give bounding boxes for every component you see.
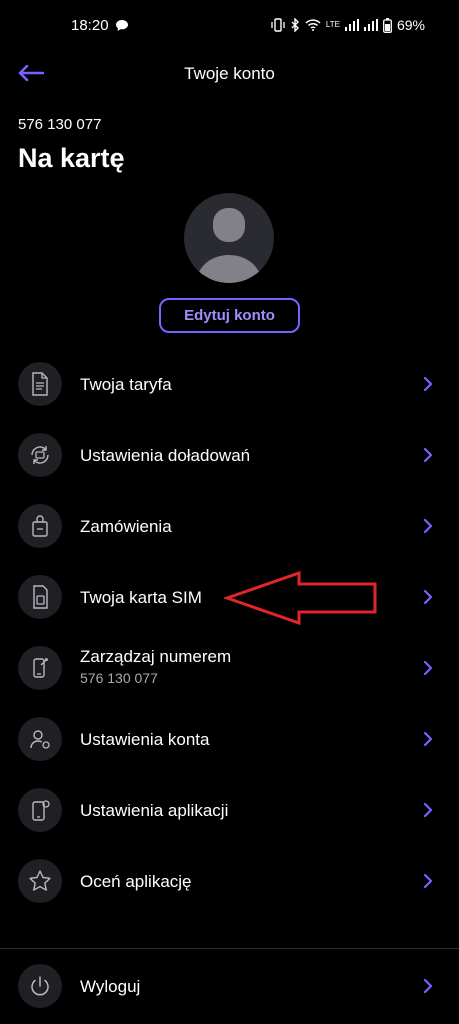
chevron-right-icon <box>423 978 433 994</box>
menu-item-label: Ustawienia konta <box>80 730 210 749</box>
menu-item-label: Zarządzaj numerem <box>80 647 232 666</box>
chevron-right-icon <box>423 731 433 747</box>
chevron-right-icon <box>423 589 433 605</box>
account-menu: Twoja taryfa Ustawienia doładowań Zamówi… <box>0 349 459 917</box>
phone-tools-icon <box>18 646 62 690</box>
app-settings-icon <box>18 788 62 832</box>
message-icon <box>116 20 128 31</box>
menu-item-label: Twoja karta SIM <box>80 588 202 607</box>
volte-label: LTE <box>325 20 340 29</box>
page-title: Twoje konto <box>184 64 275 83</box>
menu-item-label: Ustawienia doładowań <box>80 446 251 465</box>
app-header: Twoje konto <box>0 52 459 96</box>
signal-icon-2 <box>363 19 378 31</box>
menu-item-label: Oceń aplikację <box>80 872 192 891</box>
menu-item-account-settings[interactable]: Ustawienia konta <box>0 704 459 775</box>
signal-icon <box>344 19 359 31</box>
chevron-right-icon <box>423 447 433 463</box>
menu-item-manage-number[interactable]: Zarządzaj numerem 576 130 077 <box>0 633 459 704</box>
menu-item-rate-app[interactable]: Oceń aplikację <box>0 846 459 917</box>
chevron-right-icon <box>423 376 433 392</box>
battery-icon <box>383 17 392 33</box>
status-icons: LTE 69% <box>271 17 425 33</box>
menu-item-topup-settings[interactable]: Ustawienia doładowań <box>0 420 459 491</box>
status-time: 18:20 <box>71 17 109 34</box>
document-icon <box>18 362 62 406</box>
chevron-right-icon <box>423 873 433 889</box>
avatar <box>184 193 274 283</box>
menu-divider <box>0 948 459 949</box>
account-phone-number: 576 130 077 <box>18 116 102 133</box>
menu-item-label: Zamówienia <box>80 517 172 536</box>
sim-card-icon <box>18 575 62 619</box>
menu-item-label: Twoja taryfa <box>80 375 172 394</box>
user-silhouette-icon <box>196 208 262 283</box>
plan-name: Na kartę <box>18 143 125 173</box>
chevron-right-icon <box>423 518 433 534</box>
chevron-right-icon <box>423 802 433 818</box>
wifi-icon <box>305 19 321 31</box>
bluetooth-icon <box>291 18 299 32</box>
logout-label: Wyloguj <box>80 977 141 996</box>
power-icon <box>18 964 62 1008</box>
battery-percent: 69% <box>396 17 425 33</box>
logout-button[interactable]: Wyloguj <box>0 951 459 1022</box>
topup-refresh-icon <box>18 433 62 477</box>
edit-account-button[interactable]: Edytuj konto <box>159 298 300 333</box>
user-settings-icon <box>18 717 62 761</box>
chevron-right-icon <box>423 660 433 676</box>
status-bar: 18:20 LTE 69% <box>0 0 459 52</box>
menu-item-sim-card[interactable]: Twoja karta SIM <box>0 562 459 633</box>
menu-item-app-settings[interactable]: Ustawienia aplikacji <box>0 775 459 846</box>
order-bag-icon <box>18 504 62 548</box>
vibrate-icon <box>271 18 285 32</box>
menu-item-tariff[interactable]: Twoja taryfa <box>0 349 459 420</box>
menu-item-orders[interactable]: Zamówienia <box>0 491 459 562</box>
menu-item-sublabel: 576 130 077 <box>80 670 158 686</box>
menu-item-label: Ustawienia aplikacji <box>80 801 229 820</box>
star-icon <box>18 859 62 903</box>
